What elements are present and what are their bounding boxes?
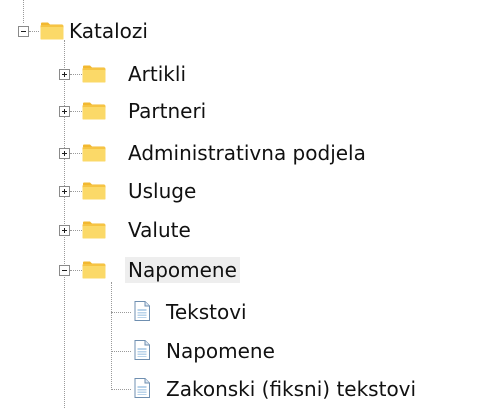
tree-node-label-selected: Napomene	[125, 257, 240, 283]
folder-icon	[82, 102, 106, 120]
tree-node-label: Katalozi	[69, 19, 148, 43]
tree-node-partneri[interactable]: Partneri	[0, 96, 240, 126]
tree-node-label: Usluge	[128, 179, 197, 203]
tree-node-napomene[interactable]: Napomene	[0, 255, 280, 285]
tree-leaf-label: Tekstovi	[166, 300, 247, 324]
collapse-toggle-icon[interactable]	[59, 265, 70, 276]
folder-icon	[82, 182, 106, 200]
tree-node-administrativna-podjela[interactable]: Administrativna podjela	[0, 138, 420, 168]
folder-icon	[82, 144, 106, 162]
tree-node-artikli[interactable]: Artikli	[0, 59, 220, 89]
tree-leaf-label: Zakonski (fiksni) tekstovi	[166, 377, 417, 401]
tree-node-valute[interactable]: Valute	[0, 215, 220, 245]
expand-toggle-icon[interactable]	[59, 225, 70, 236]
expand-toggle-icon[interactable]	[59, 106, 70, 117]
tree-node-label: Partneri	[128, 99, 207, 123]
collapse-toggle-icon[interactable]	[18, 26, 29, 37]
tree-leaf-label: Napomene	[166, 339, 275, 363]
tree-leaf-zakonski-tekstovi[interactable]: Zakonski (fiksni) tekstovi	[0, 374, 479, 404]
tree-node-usluge[interactable]: Usluge	[0, 176, 220, 206]
folder-icon	[82, 261, 106, 279]
tree-leaf-napomene[interactable]: Napomene	[0, 336, 320, 366]
expand-toggle-icon[interactable]	[59, 186, 70, 197]
folder-icon	[82, 221, 106, 239]
expand-toggle-icon[interactable]	[59, 148, 70, 159]
tree-node-katalozi[interactable]: Katalozi	[0, 16, 200, 46]
document-icon	[134, 378, 150, 398]
tree-node-label: Administrativna podjela	[128, 141, 366, 165]
document-icon	[134, 301, 150, 321]
catalog-tree: Katalozi Artikli Partneri Administrativn…	[0, 0, 479, 408]
tree-node-label: Artikli	[128, 62, 186, 86]
folder-icon	[82, 65, 106, 83]
document-icon	[134, 340, 150, 360]
folder-icon	[40, 22, 64, 40]
tree-node-label: Valute	[128, 218, 191, 242]
expand-toggle-icon[interactable]	[59, 69, 70, 80]
tree-leaf-tekstovi[interactable]: Tekstovi	[0, 297, 280, 327]
